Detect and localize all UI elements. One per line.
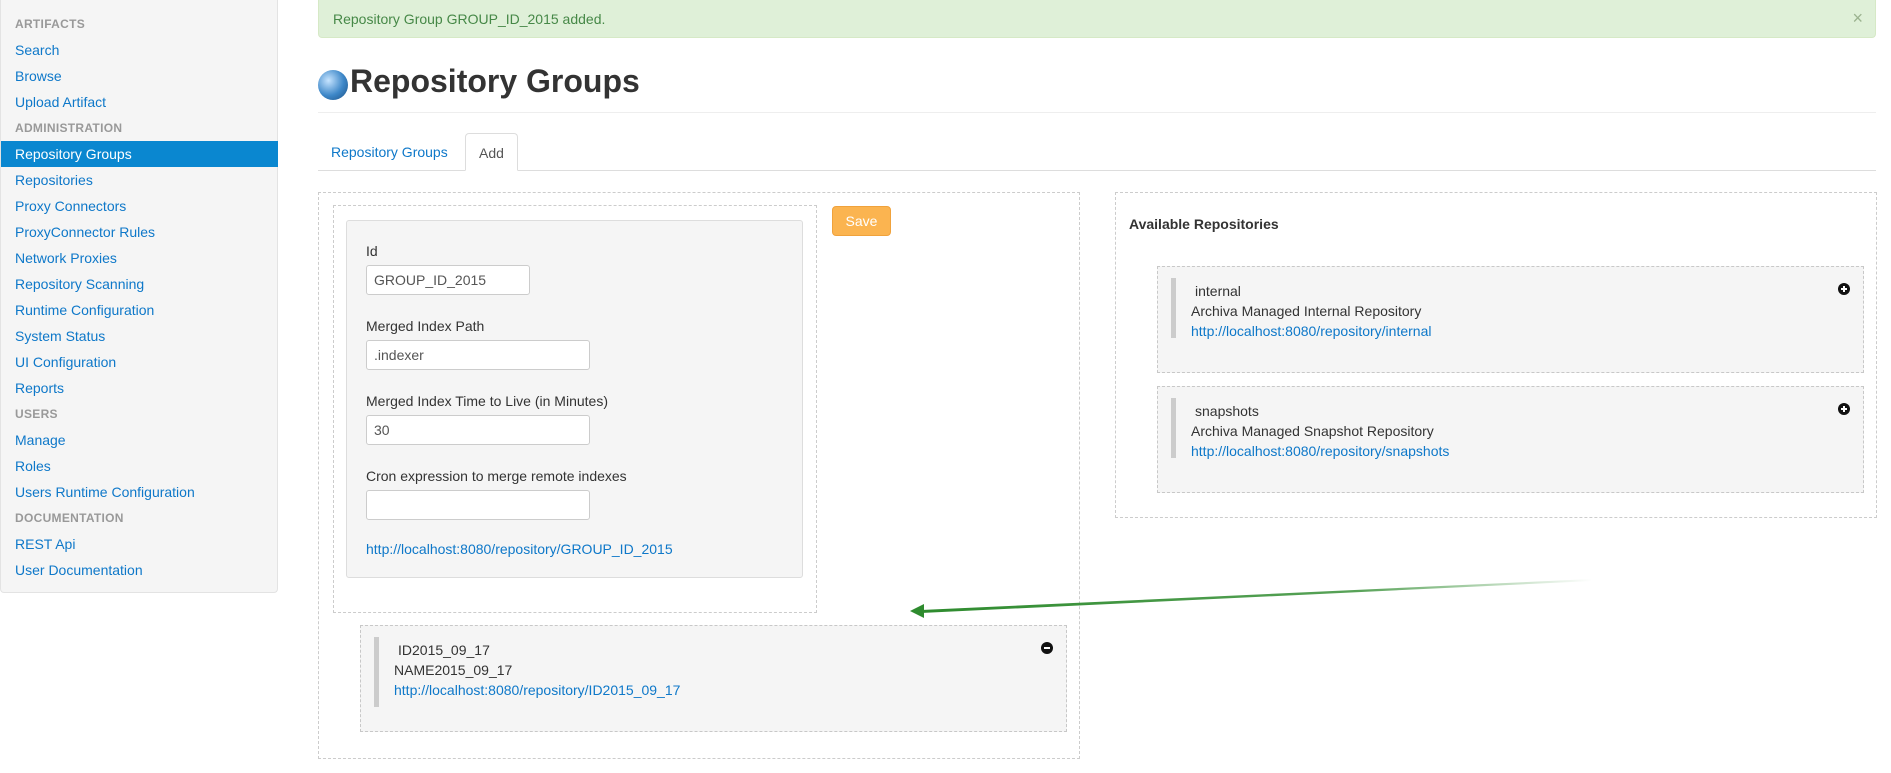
card-handle-bar [1171,278,1176,338]
tab-add[interactable]: Add [465,133,518,171]
success-alert: Repository Group GROUP_ID_2015 added. × [318,0,1876,38]
group-form: Id Merged Index Path Merged Index Time t… [346,220,803,578]
sidebar-item-repository-scanning[interactable]: Repository Scanning [1,271,278,297]
alert-message: Repository Group GROUP_ID_2015 added. [333,11,606,27]
sidebar-item-repository-groups[interactable]: Repository Groups [1,141,278,167]
repo-url-link[interactable]: http://localhost:8080/repository/snapsho… [1191,443,1449,459]
nav-header-users: USERS [15,407,58,421]
repo-url-link[interactable]: http://localhost:8080/repository/ID2015_… [394,682,680,698]
sidebar-item-reports[interactable]: Reports [1,375,278,401]
repo-id: internal [1195,283,1241,299]
tabs-divider [318,170,1876,171]
sidebar-item-ui-configuration[interactable]: UI Configuration [1,349,278,375]
globe-icon [318,70,348,100]
repo-id: snapshots [1195,403,1259,419]
group-repository-card[interactable]: ID2015_09_17 NAME2015_09_17 http://local… [360,625,1067,732]
nav-header-documentation: DOCUMENTATION [15,511,124,525]
cron-field[interactable] [366,490,590,520]
merged-index-path-field[interactable] [366,340,590,370]
minus-circle-icon[interactable] [1041,642,1053,654]
sidebar-item-roles[interactable]: Roles [1,453,278,479]
repo-name: Archiva Managed Snapshot Repository [1191,423,1434,439]
sidebar-item-rest-api[interactable]: REST Api [1,531,278,557]
save-button[interactable]: Save [832,206,891,236]
ttl-label: Merged Index Time to Live (in Minutes) [366,393,608,409]
page-title-text: Repository Groups [350,62,640,99]
title-divider [318,112,1876,113]
sidebar-item-proxy-connectors[interactable]: Proxy Connectors [1,193,278,219]
card-handle-bar [374,637,379,707]
sidebar-item-runtime-configuration[interactable]: Runtime Configuration [1,297,278,323]
sidebar-item-browse[interactable]: Browse [1,63,278,89]
repo-name: NAME2015_09_17 [394,662,513,678]
repo-url-link[interactable]: http://localhost:8080/repository/interna… [1191,323,1431,339]
sidebar-item-upload-artifact[interactable]: Upload Artifact [1,89,278,115]
nav-header-administration: ADMINISTRATION [15,121,123,135]
card-handle-bar [1171,398,1176,458]
sidebar-item-network-proxies[interactable]: Network Proxies [1,245,278,271]
tab-repository-groups[interactable]: Repository Groups [318,133,461,171]
sidebar-item-manage[interactable]: Manage [1,427,278,453]
sidebar-nav: ARTIFACTS Search Browse Upload Artifact … [0,0,278,593]
id-field[interactable] [366,265,530,295]
available-repository-card-snapshots[interactable]: snapshots Archiva Managed Snapshot Repos… [1157,386,1864,493]
sidebar-item-system-status[interactable]: System Status [1,323,278,349]
sidebar-item-users-runtime-configuration[interactable]: Users Runtime Configuration [1,479,278,505]
sidebar-item-proxyconnector-rules[interactable]: ProxyConnector Rules [1,219,278,245]
plus-circle-icon[interactable] [1838,403,1850,415]
close-icon[interactable]: × [1852,0,1863,36]
cron-label: Cron expression to merge remote indexes [366,468,627,484]
nav-header-artifacts: ARTIFACTS [15,17,86,31]
sidebar-item-user-documentation[interactable]: User Documentation [1,557,278,583]
plus-circle-icon[interactable] [1838,283,1850,295]
repo-id: ID2015_09_17 [398,642,490,658]
group-url-link[interactable]: http://localhost:8080/repository/GROUP_I… [366,541,673,557]
ttl-field[interactable] [366,415,590,445]
merged-index-path-label: Merged Index Path [366,318,485,334]
available-repository-card-internal[interactable]: internal Archiva Managed Internal Reposi… [1157,266,1864,373]
repo-name: Archiva Managed Internal Repository [1191,303,1422,319]
sidebar-item-repositories[interactable]: Repositories [1,167,278,193]
page-title: Repository Groups [318,58,640,104]
id-label: Id [366,243,378,259]
sidebar-item-search[interactable]: Search [1,37,278,63]
available-repositories-heading: Available Repositories [1129,216,1279,232]
